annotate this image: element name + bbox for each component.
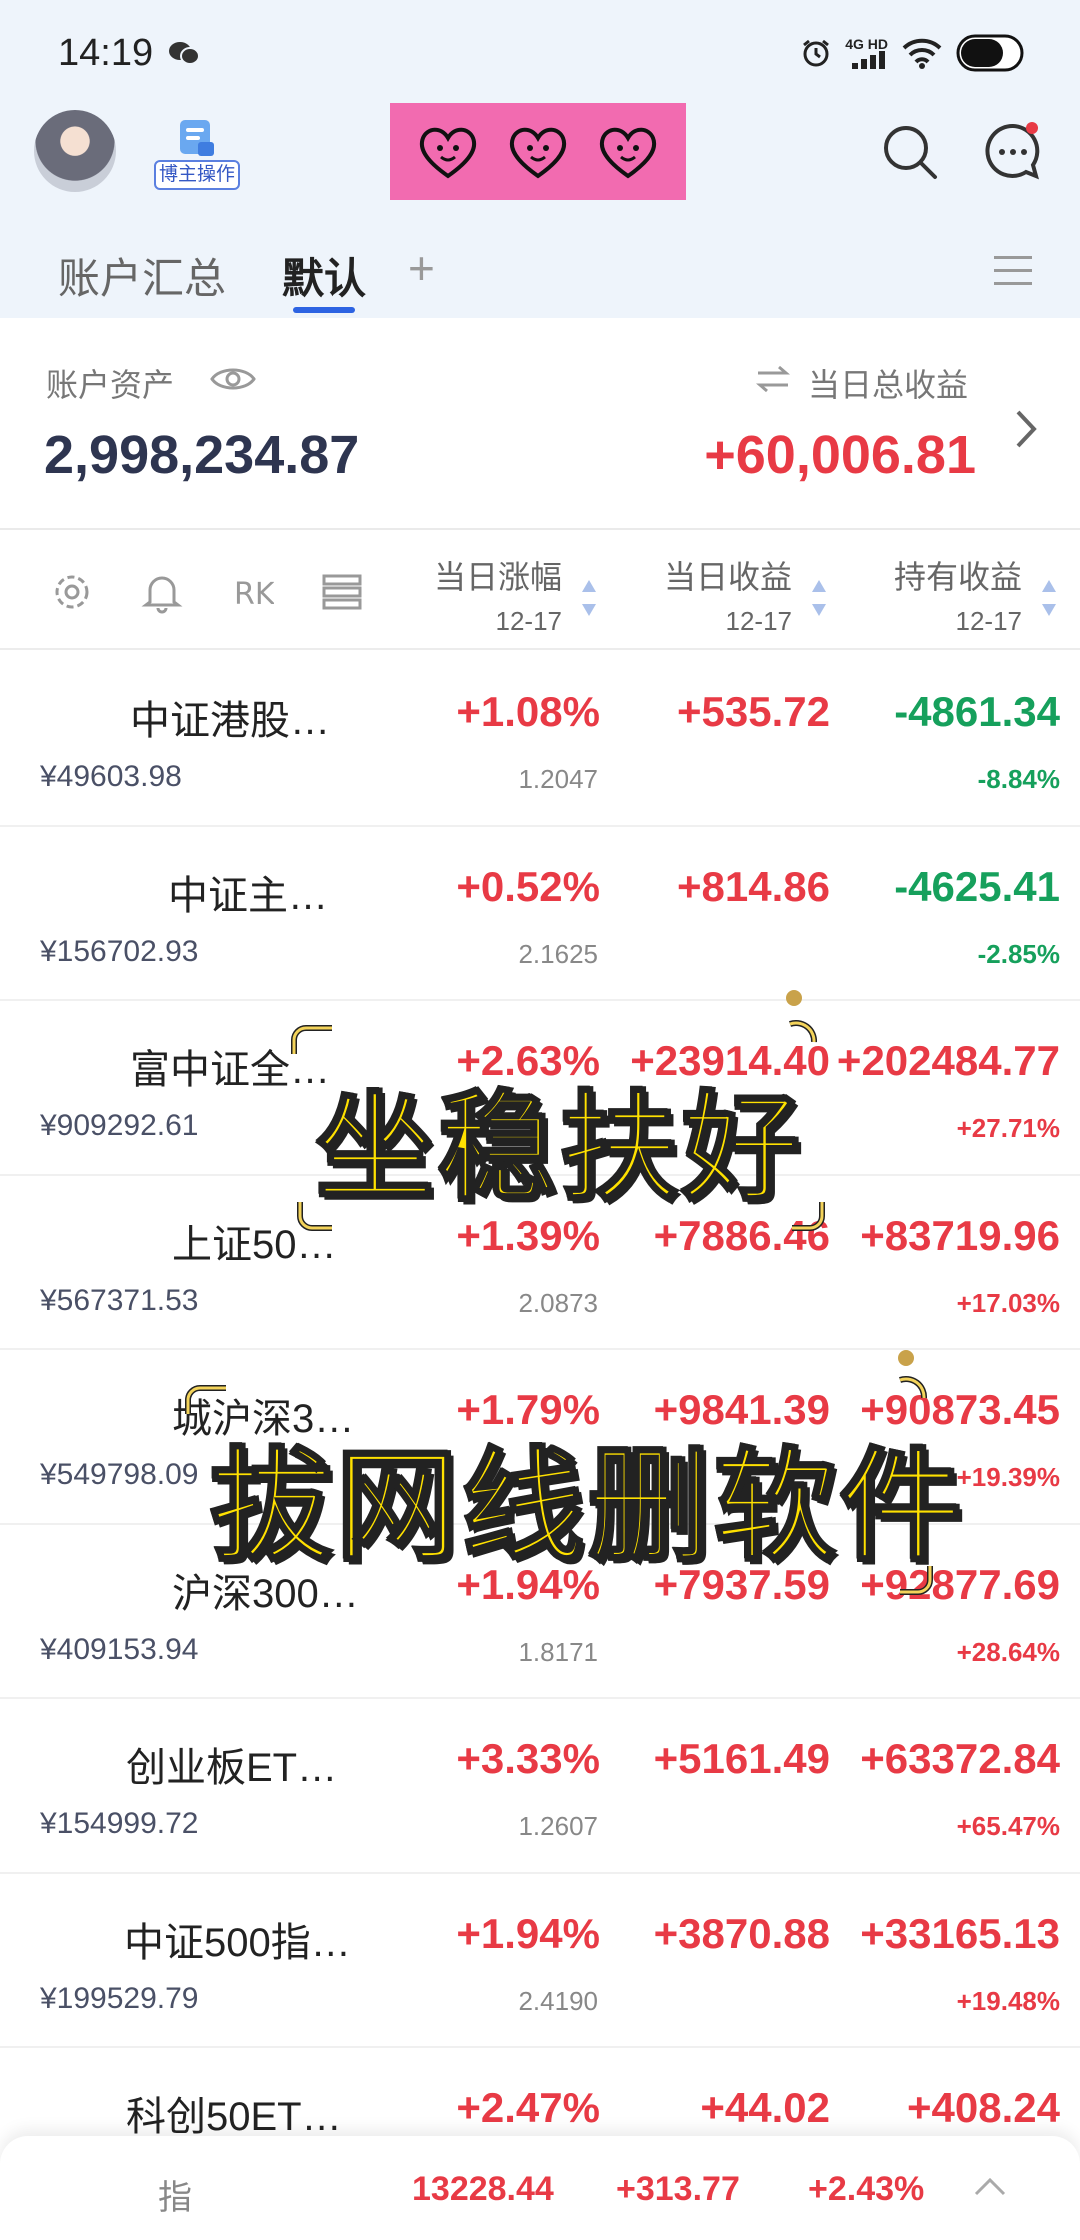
holdings-table-header: RK 当日涨幅 12-17 当日收益 12-17 持有收益 12-17 [0, 532, 1080, 650]
hold-percent: -8.84% [977, 764, 1060, 794]
fund-name: 中证港股… [130, 699, 330, 743]
day-profit: +44.02 [700, 2084, 830, 2131]
market-value: ¥409153.94 [40, 1632, 199, 1666]
col-day-change[interactable]: 当日涨幅 12-17 [362, 552, 562, 637]
day-change: +1.08% [456, 688, 600, 735]
asset-label: 账户资产 [46, 367, 175, 403]
market-value: ¥154999.72 [40, 1807, 199, 1840]
daily-profit-label: 当日总收益 [808, 367, 969, 403]
kline-icon[interactable]: RK [230, 570, 274, 614]
daily-profit-value: +60,006.81 [704, 425, 976, 485]
day-profit: +3870.88 [653, 1909, 830, 1957]
hold-percent: +17.03% [956, 1287, 1060, 1318]
hold-profit: +408.24 [907, 2084, 1060, 2131]
nav-value: 1.2047 [518, 764, 598, 794]
asset-value: 2,998,234.87 [44, 425, 360, 485]
day-change: +1.94% [456, 1909, 600, 1957]
nav-value: 2.4190 [518, 1985, 598, 2016]
market-value: ¥49603.98 [40, 760, 182, 793]
index-change: +313.77 [616, 2170, 740, 2208]
svg-text:RK: RK [234, 577, 274, 612]
col-hold-profit[interactable]: 持有收益 12-17 [822, 552, 1022, 637]
day-profit: +814.86 [677, 862, 830, 910]
day-change: +3.33% [456, 1735, 600, 1782]
list-icon[interactable] [320, 570, 364, 614]
fund-name: 中证500指… [124, 1920, 351, 1965]
hold-profit: +83719.96 [860, 1211, 1060, 1259]
document-icon [180, 120, 214, 156]
fund-name: 创业板ET… [126, 1746, 338, 1790]
heart-icon [509, 127, 567, 178]
status-time: 14:19 [58, 32, 154, 74]
swap-icon[interactable] [756, 364, 790, 394]
holding-row[interactable]: 中证港股… ¥49603.98 +1.08% 1.2047 +535.72 -4… [0, 652, 1080, 827]
day-profit: +5161.49 [653, 1735, 830, 1782]
battery-icon [956, 34, 1024, 72]
tab-account-summary[interactable]: 账户汇总 [58, 245, 226, 306]
holding-row[interactable]: 中证500指… ¥199529.79 +1.94% 2.4190 +3870.8… [0, 1873, 1080, 2048]
fund-name: 科创50ET… [126, 2095, 342, 2139]
eye-icon[interactable] [210, 364, 256, 394]
hold-profit: -4625.41 [894, 862, 1060, 910]
hold-percent: -2.85% [977, 938, 1060, 969]
col-day-profit[interactable]: 当日收益 12-17 [592, 552, 792, 637]
overlay-caption-line2: 拔网线删软件 [209, 1435, 966, 1580]
tab-default[interactable]: 默认 [282, 245, 366, 306]
nav-value: 2.1625 [518, 938, 598, 969]
top-header-area: 14:19 4G HD 博主操作 账户汇总 默认 + [0, 0, 1080, 318]
wechat-icon [169, 42, 200, 65]
market-value: ¥567371.53 [40, 1283, 199, 1317]
message-icon[interactable] [980, 118, 1046, 184]
fund-name: 中证主… [168, 873, 328, 918]
hold-percent: +28.64% [956, 1636, 1060, 1667]
heart-icon [419, 127, 477, 178]
holding-row[interactable]: 中证主… ¥156702.93 +0.52% 2.1625 +814.86 -4… [0, 826, 1080, 1001]
nav-value: 1.8171 [518, 1636, 598, 1667]
hold-percent: +65.47% [956, 1811, 1060, 1841]
tab-active-indicator [293, 307, 355, 313]
sort-icon[interactable] [1040, 574, 1058, 622]
hold-profit: -4861.34 [894, 688, 1060, 735]
hold-percent: +19.48% [956, 1985, 1060, 2016]
bell-icon[interactable] [140, 570, 184, 614]
hold-percent: +19.39% [956, 1462, 1060, 1492]
hold-profit: +202484.77 [836, 1037, 1060, 1084]
chevron-up-icon[interactable] [972, 2174, 1008, 2198]
chevron-right-icon[interactable] [1012, 406, 1042, 452]
avatar[interactable] [34, 110, 116, 192]
market-value: ¥909292.61 [40, 1109, 199, 1142]
index-ticker-bar[interactable]: 指 13228.44 +313.77 +2.43% [0, 2136, 1080, 2240]
day-change: +2.47% [456, 2084, 600, 2131]
account-summary-card[interactable]: 账户资产 2,998,234.87 当日总收益 +60,006.81 [0, 318, 1080, 530]
nav-value: 2.0873 [518, 1287, 598, 1318]
menu-icon[interactable] [992, 253, 1034, 289]
hold-percent: +27.71% [956, 1113, 1060, 1143]
blogger-operation-button[interactable]: 博主操作 [152, 116, 242, 194]
nav-value: 1.2607 [518, 1811, 598, 1841]
day-profit: +535.72 [677, 688, 830, 735]
signal-indicator: 4G HD [845, 37, 888, 69]
overlay-caption-line1: 坐稳扶好 [314, 1078, 805, 1219]
index-value: 13228.44 [412, 2170, 554, 2208]
wifi-icon [902, 38, 942, 69]
status-bar: 14:19 4G HD [0, 0, 1080, 100]
heart-sticker [390, 103, 686, 200]
hold-profit: +63372.84 [860, 1735, 1060, 1782]
holding-row[interactable]: 创业板ET… ¥154999.72 +3.33% 1.2607 +5161.49… [0, 1699, 1080, 1874]
tab-bar: 账户汇总 默认 + [0, 235, 1080, 315]
hold-profit: +33165.13 [860, 1909, 1060, 1957]
market-value: ¥549798.09 [40, 1458, 199, 1491]
day-change: +0.52% [456, 862, 600, 910]
alarm-icon [803, 39, 830, 67]
settings-icon[interactable] [50, 570, 94, 614]
index-percent: +2.43% [808, 2170, 925, 2208]
index-name: 指 [158, 2179, 192, 2217]
signal-icon [852, 51, 885, 69]
market-value: ¥156702.93 [40, 934, 199, 968]
add-tab-button[interactable]: + [408, 241, 435, 295]
market-value: ¥199529.79 [40, 1981, 199, 2015]
search-icon[interactable] [880, 122, 940, 182]
heart-icon [599, 127, 657, 178]
